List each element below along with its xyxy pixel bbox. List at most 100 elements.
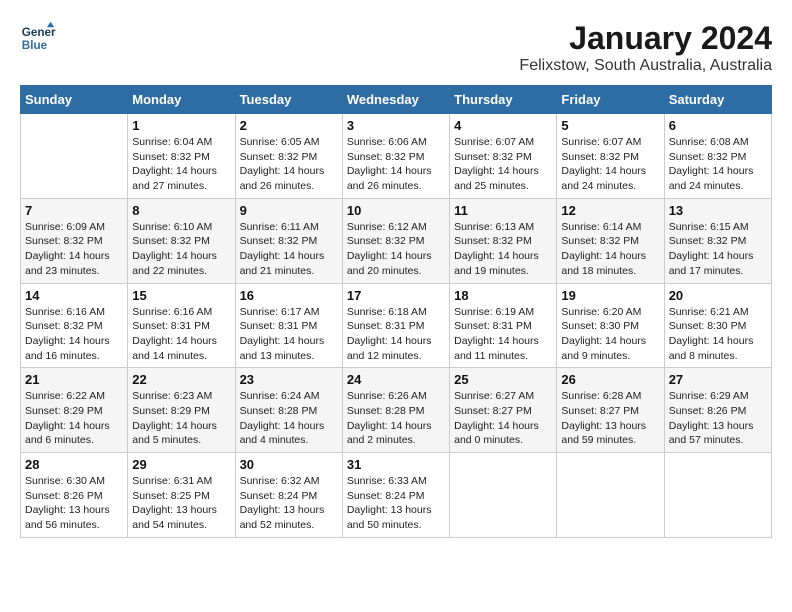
day-details: Sunrise: 6:16 AM Sunset: 8:31 PM Dayligh… [132, 305, 230, 364]
calendar-cell: 4 Sunrise: 6:07 AM Sunset: 8:32 PM Daylig… [450, 114, 557, 199]
day-details: Sunrise: 6:07 AM Sunset: 8:32 PM Dayligh… [561, 135, 659, 194]
day-details: Sunrise: 6:29 AM Sunset: 8:26 PM Dayligh… [669, 389, 767, 448]
svg-text:General: General [22, 26, 56, 39]
logo-icon: General Blue [20, 20, 56, 56]
day-number: 29 [132, 457, 230, 472]
calendar-cell: 11 Sunrise: 6:13 AM Sunset: 8:32 PM Dayli… [450, 198, 557, 283]
page-subtitle: Felixstow, South Australia, Australia [519, 57, 772, 75]
calendar-cell: 5Sunrise: 6:07 AM Sunset: 8:32 PM Daylig… [557, 114, 664, 199]
day-details: Sunrise: 6:14 AM Sunset: 8:32 PM Dayligh… [561, 220, 659, 279]
calendar-cell: 22 Sunrise: 6:23 AM Sunset: 8:29 PM Dayli… [128, 368, 235, 453]
day-number: 8 [132, 203, 230, 218]
day-number: 24 [347, 372, 445, 387]
calendar-cell: 26 Sunrise: 6:28 AM Sunset: 8:27 PM Dayli… [557, 368, 664, 453]
day-number: 26 [561, 372, 659, 387]
calendar-cell: 31 Sunrise: 6:33 AM Sunset: 8:24 PM Dayli… [342, 453, 449, 538]
day-number: 25 [454, 372, 552, 387]
day-number: 2 [240, 118, 338, 133]
page-title: January 2024 [519, 20, 772, 57]
day-number: 30 [240, 457, 338, 472]
calendar-cell: 3Sunrise: 6:06 AM Sunset: 8:32 PM Daylig… [342, 114, 449, 199]
svg-text:Blue: Blue [22, 39, 48, 52]
day-details: Sunrise: 6:06 AM Sunset: 8:32 PM Dayligh… [347, 135, 445, 194]
header-row: SundayMondayTuesdayWednesdayThursdayFrid… [21, 86, 772, 114]
day-number: 14 [25, 288, 123, 303]
day-number: 27 [669, 372, 767, 387]
calendar-cell: 29 Sunrise: 6:31 AM Sunset: 8:25 PM Dayli… [128, 453, 235, 538]
calendar-week-1: 1Sunrise: 6:04 AM Sunset: 8:32 PM Daylig… [21, 114, 772, 199]
day-details: Sunrise: 6:28 AM Sunset: 8:27 PM Dayligh… [561, 389, 659, 448]
calendar-cell: 16 Sunrise: 6:17 AM Sunset: 8:31 PM Dayli… [235, 283, 342, 368]
calendar-cell [21, 114, 128, 199]
calendar-cell: 13 Sunrise: 6:15 AM Sunset: 8:32 PM Dayli… [664, 198, 771, 283]
day-details: Sunrise: 6:31 AM Sunset: 8:25 PM Dayligh… [132, 474, 230, 533]
header-day-wednesday: Wednesday [342, 86, 449, 114]
day-details: Sunrise: 6:10 AM Sunset: 8:32 PM Dayligh… [132, 220, 230, 279]
calendar-cell: 24Sunrise: 6:26 AM Sunset: 8:28 PM Dayli… [342, 368, 449, 453]
calendar-cell [557, 453, 664, 538]
day-number: 13 [669, 203, 767, 218]
day-details: Sunrise: 6:27 AM Sunset: 8:27 PM Dayligh… [454, 389, 552, 448]
day-number: 20 [669, 288, 767, 303]
day-number: 28 [25, 457, 123, 472]
day-details: Sunrise: 6:24 AM Sunset: 8:28 PM Dayligh… [240, 389, 338, 448]
day-details: Sunrise: 6:04 AM Sunset: 8:32 PM Dayligh… [132, 135, 230, 194]
day-details: Sunrise: 6:32 AM Sunset: 8:24 PM Dayligh… [240, 474, 338, 533]
header-day-monday: Monday [128, 86, 235, 114]
calendar-cell: 6 Sunrise: 6:08 AM Sunset: 8:32 PM Daylig… [664, 114, 771, 199]
calendar-cell: 12 Sunrise: 6:14 AM Sunset: 8:32 PM Dayli… [557, 198, 664, 283]
calendar-cell [664, 453, 771, 538]
calendar-body: 1Sunrise: 6:04 AM Sunset: 8:32 PM Daylig… [21, 114, 772, 538]
calendar-week-3: 14Sunrise: 6:16 AM Sunset: 8:32 PM Dayli… [21, 283, 772, 368]
day-number: 12 [561, 203, 659, 218]
day-details: Sunrise: 6:08 AM Sunset: 8:32 PM Dayligh… [669, 135, 767, 194]
day-number: 18 [454, 288, 552, 303]
day-details: Sunrise: 6:19 AM Sunset: 8:31 PM Dayligh… [454, 305, 552, 364]
header-day-friday: Friday [557, 86, 664, 114]
day-details: Sunrise: 6:20 AM Sunset: 8:30 PM Dayligh… [561, 305, 659, 364]
day-number: 22 [132, 372, 230, 387]
calendar-cell: 18 Sunrise: 6:19 AM Sunset: 8:31 PM Dayli… [450, 283, 557, 368]
day-number: 16 [240, 288, 338, 303]
day-details: Sunrise: 6:18 AM Sunset: 8:31 PM Dayligh… [347, 305, 445, 364]
day-number: 11 [454, 203, 552, 218]
day-number: 4 [454, 118, 552, 133]
day-details: Sunrise: 6:33 AM Sunset: 8:24 PM Dayligh… [347, 474, 445, 533]
day-details: Sunrise: 6:30 AM Sunset: 8:26 PM Dayligh… [25, 474, 123, 533]
day-number: 21 [25, 372, 123, 387]
day-number: 17 [347, 288, 445, 303]
calendar-cell: 2Sunrise: 6:05 AM Sunset: 8:32 PM Daylig… [235, 114, 342, 199]
calendar-cell: 20 Sunrise: 6:21 AM Sunset: 8:30 PM Dayli… [664, 283, 771, 368]
logo: General Blue [20, 20, 56, 56]
calendar-cell: 9Sunrise: 6:11 AM Sunset: 8:32 PM Daylig… [235, 198, 342, 283]
day-number: 31 [347, 457, 445, 472]
day-number: 6 [669, 118, 767, 133]
day-number: 15 [132, 288, 230, 303]
day-details: Sunrise: 6:09 AM Sunset: 8:32 PM Dayligh… [25, 220, 123, 279]
day-number: 9 [240, 203, 338, 218]
day-details: Sunrise: 6:13 AM Sunset: 8:32 PM Dayligh… [454, 220, 552, 279]
day-details: Sunrise: 6:21 AM Sunset: 8:30 PM Dayligh… [669, 305, 767, 364]
calendar-cell: 17 Sunrise: 6:18 AM Sunset: 8:31 PM Dayli… [342, 283, 449, 368]
calendar-cell: 1Sunrise: 6:04 AM Sunset: 8:32 PM Daylig… [128, 114, 235, 199]
calendar-week-2: 7Sunrise: 6:09 AM Sunset: 8:32 PM Daylig… [21, 198, 772, 283]
calendar-cell: 27 Sunrise: 6:29 AM Sunset: 8:26 PM Dayli… [664, 368, 771, 453]
title-section: January 2024 Felixstow, South Australia,… [519, 20, 772, 75]
calendar-cell: 8 Sunrise: 6:10 AM Sunset: 8:32 PM Daylig… [128, 198, 235, 283]
calendar-cell: 14Sunrise: 6:16 AM Sunset: 8:32 PM Dayli… [21, 283, 128, 368]
calendar-cell: 28 Sunrise: 6:30 AM Sunset: 8:26 PM Dayli… [21, 453, 128, 538]
day-details: Sunrise: 6:23 AM Sunset: 8:29 PM Dayligh… [132, 389, 230, 448]
calendar-cell: 21Sunrise: 6:22 AM Sunset: 8:29 PM Dayli… [21, 368, 128, 453]
day-number: 10 [347, 203, 445, 218]
header-day-sunday: Sunday [21, 86, 128, 114]
calendar-cell: 30 Sunrise: 6:32 AM Sunset: 8:24 PM Dayli… [235, 453, 342, 538]
calendar-cell: 10Sunrise: 6:12 AM Sunset: 8:32 PM Dayli… [342, 198, 449, 283]
calendar-week-5: 28 Sunrise: 6:30 AM Sunset: 8:26 PM Dayli… [21, 453, 772, 538]
day-details: Sunrise: 6:15 AM Sunset: 8:32 PM Dayligh… [669, 220, 767, 279]
day-number: 19 [561, 288, 659, 303]
day-details: Sunrise: 6:07 AM Sunset: 8:32 PM Dayligh… [454, 135, 552, 194]
calendar-cell: 7Sunrise: 6:09 AM Sunset: 8:32 PM Daylig… [21, 198, 128, 283]
header: General Blue January 2024 Felixstow, Sou… [20, 20, 772, 75]
header-day-saturday: Saturday [664, 86, 771, 114]
day-details: Sunrise: 6:17 AM Sunset: 8:31 PM Dayligh… [240, 305, 338, 364]
